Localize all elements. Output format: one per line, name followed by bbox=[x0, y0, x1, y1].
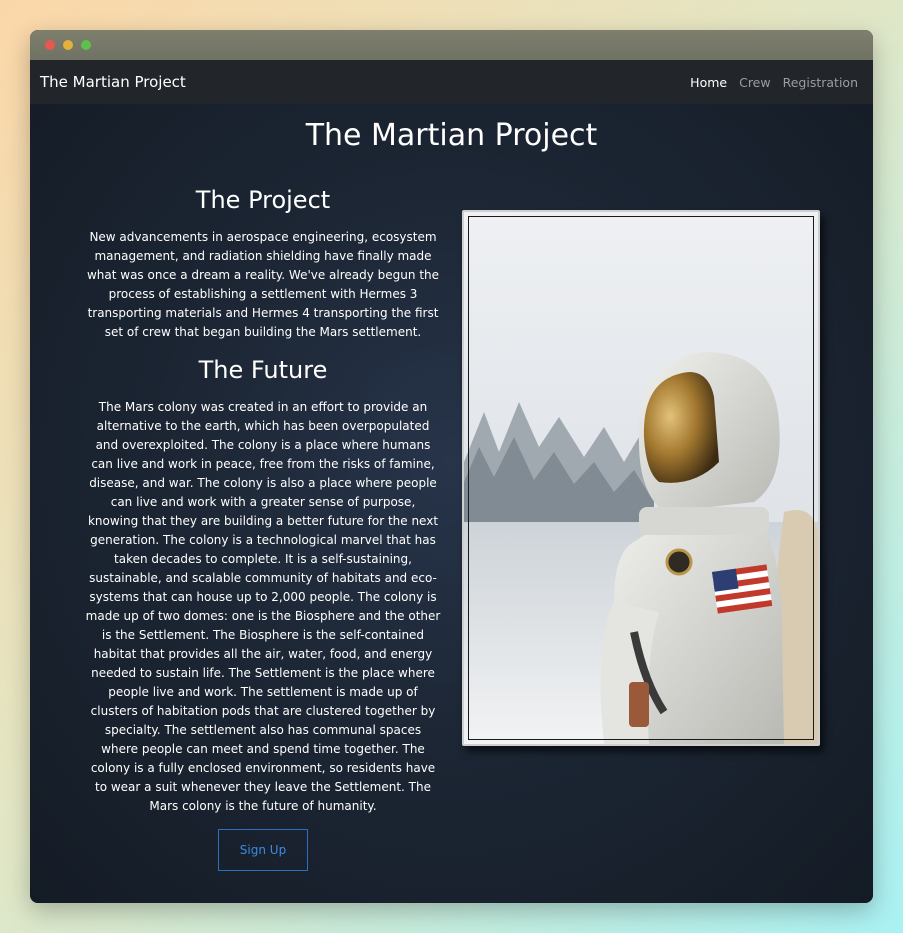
text-column: The Project New advancements in aerospac… bbox=[85, 186, 441, 871]
nav-link-registration[interactable]: Registration bbox=[783, 75, 858, 90]
navbar-brand[interactable]: The Martian Project bbox=[40, 73, 186, 91]
project-heading: The Project bbox=[195, 186, 331, 214]
nav-links: Home Crew Registration bbox=[690, 75, 858, 90]
astronaut-photo bbox=[462, 210, 820, 746]
future-paragraph: The Mars colony was created in an effort… bbox=[85, 400, 441, 813]
sign-up-button[interactable]: Sign Up bbox=[218, 829, 308, 871]
minimize-window-dot[interactable] bbox=[63, 40, 73, 50]
nav-link-crew[interactable]: Crew bbox=[739, 75, 771, 90]
future-heading: The Future bbox=[198, 356, 328, 384]
window-titlebar bbox=[30, 30, 873, 60]
browser-window: The Martian Project Home Crew Registrati… bbox=[30, 30, 873, 903]
project-paragraph: New advancements in aerospace engineerin… bbox=[86, 230, 440, 339]
photo-inner-border bbox=[468, 216, 814, 740]
close-window-dot[interactable] bbox=[45, 40, 55, 50]
navbar: The Martian Project Home Crew Registrati… bbox=[30, 60, 873, 104]
nav-link-home[interactable]: Home bbox=[690, 75, 727, 90]
maximize-window-dot[interactable] bbox=[81, 40, 91, 50]
main-content: The Martian Project The Project New adva… bbox=[30, 104, 873, 903]
page-title: The Martian Project bbox=[305, 118, 598, 153]
